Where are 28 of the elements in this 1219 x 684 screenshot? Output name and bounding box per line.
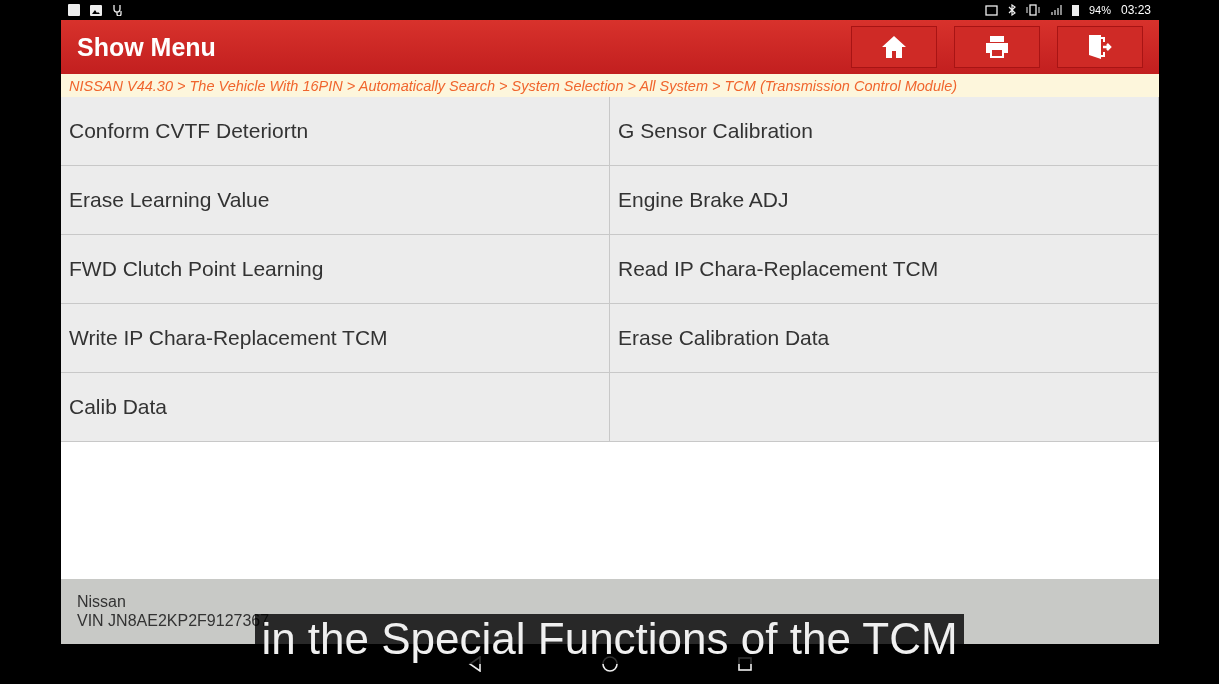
home-icon	[881, 35, 907, 59]
menu-item[interactable]: Read IP Chara-Replacement TCM	[610, 235, 1159, 304]
screen-title: Show Menu	[77, 32, 217, 62]
menu-item[interactable]: G Sensor Calibration	[610, 97, 1159, 166]
menu-item[interactable]: Conform CVTF Deteriortn	[61, 97, 610, 166]
menu-item[interactable]: Erase Learning Value	[61, 166, 610, 235]
app-icon	[68, 4, 80, 16]
bluetooth-icon	[1007, 4, 1016, 16]
exit-button[interactable]	[1057, 26, 1143, 68]
home-button[interactable]	[851, 26, 937, 68]
menu-item[interactable]: Calib Data	[61, 373, 610, 442]
menu-item[interactable]: Erase Calibration Data	[610, 304, 1159, 373]
menu-item[interactable]: FWD Clutch Point Learning	[61, 235, 610, 304]
signal-icon	[1049, 4, 1062, 16]
stethoscope-icon	[112, 4, 124, 16]
print-button[interactable]	[954, 26, 1040, 68]
vibrate-icon	[1025, 4, 1040, 16]
cast-icon	[984, 4, 998, 16]
battery-percent: 94%	[1088, 4, 1111, 16]
printer-icon	[984, 35, 1010, 59]
image-icon	[90, 4, 102, 16]
menu-item[interactable]: Engine Brake ADJ	[610, 166, 1159, 235]
exit-icon	[1087, 34, 1113, 60]
clock-time: 03:23	[1120, 3, 1151, 17]
vehicle-make: Nissan	[77, 592, 126, 611]
breadcrumb-path: NISSAN V44.30 > The Vehicle With 16PIN > Automatically Search > System Selection > All System > TCM (Transmission Control Module)	[69, 77, 958, 94]
menu-item[interactable]: Write IP Chara-Replacement TCM	[61, 304, 610, 373]
battery-icon	[1071, 4, 1079, 16]
